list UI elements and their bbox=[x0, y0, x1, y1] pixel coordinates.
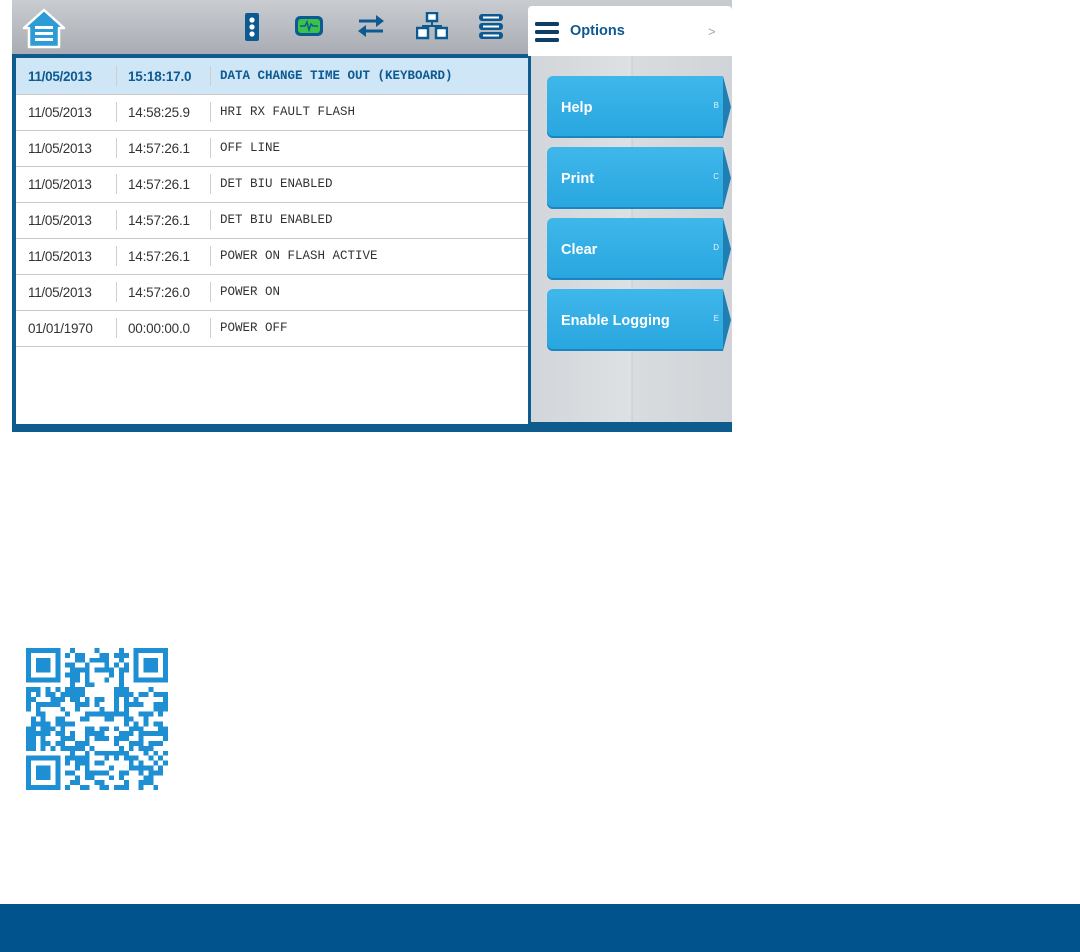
log-date: 11/05/2013 bbox=[28, 249, 92, 264]
log-row[interactable]: 11/05/2013 14:57:26.1 OFF LINE bbox=[16, 130, 528, 167]
log-row[interactable]: 11/05/2013 14:57:26.1 DET BIU ENABLED bbox=[16, 166, 528, 203]
log-time: 14:57:26.1 bbox=[128, 177, 190, 192]
log-event: DET BIU ENABLED bbox=[220, 213, 333, 227]
menu-icon bbox=[534, 21, 560, 48]
log-event: POWER OFF bbox=[220, 321, 288, 335]
log-row[interactable]: 11/05/2013 14:57:26.1 POWER ON FLASH ACTIV… bbox=[16, 238, 528, 275]
controller-screen: 11/05/2013 15:18:17.0 DATA CHANGE TIME OUT… bbox=[12, 0, 732, 432]
column-separator bbox=[116, 210, 117, 230]
column-separator bbox=[210, 246, 211, 266]
column-separator bbox=[116, 138, 117, 158]
list-icon[interactable] bbox=[478, 12, 504, 40]
log-date: 11/05/2013 bbox=[28, 213, 92, 228]
print-button[interactable]: Print C bbox=[547, 147, 731, 209]
log-event: POWER ON bbox=[220, 285, 281, 299]
log-time: 14:57:26.1 bbox=[128, 249, 190, 264]
home-icon[interactable] bbox=[20, 6, 68, 50]
clear-button[interactable]: Clear D bbox=[547, 218, 731, 280]
log-date: 11/05/2013 bbox=[28, 177, 92, 192]
column-separator bbox=[210, 138, 211, 158]
log-date: 01/01/1970 bbox=[28, 321, 93, 336]
footer-bar bbox=[0, 904, 1080, 952]
log-time: 14:57:26.1 bbox=[128, 213, 190, 228]
event-log-list: 11/05/2013 15:18:17.0 DATA CHANGE TIME OUT… bbox=[16, 58, 528, 424]
chevron-right-icon: > bbox=[708, 24, 716, 39]
column-separator bbox=[116, 66, 117, 86]
log-date: 11/05/2013 bbox=[28, 285, 92, 300]
network-icon[interactable] bbox=[416, 12, 448, 40]
column-separator bbox=[210, 318, 211, 338]
monitor-icon[interactable] bbox=[294, 12, 324, 40]
log-event: DATA CHANGE TIME OUT (KEYBOARD) bbox=[220, 69, 453, 83]
column-separator bbox=[210, 102, 211, 122]
column-separator bbox=[210, 210, 211, 230]
column-separator bbox=[116, 318, 117, 338]
log-event: POWER ON FLASH ACTIVE bbox=[220, 249, 378, 263]
option-button-label: Clear bbox=[561, 242, 598, 258]
log-row[interactable]: 11/05/2013 14:57:26.1 DET BIU ENABLED bbox=[16, 202, 528, 239]
option-key-hint: D bbox=[713, 243, 719, 252]
log-row[interactable]: 11/05/2013 15:18:17.0 DATA CHANGE TIME OUT… bbox=[16, 58, 528, 95]
option-button-label: Print bbox=[561, 171, 595, 187]
log-row[interactable]: 01/01/1970 00:00:00.0 POWER OFF bbox=[16, 310, 528, 347]
log-date: 11/05/2013 bbox=[28, 69, 92, 84]
column-separator bbox=[210, 282, 211, 302]
column-separator bbox=[116, 246, 117, 266]
option-key-hint: E bbox=[713, 314, 719, 323]
column-separator bbox=[116, 174, 117, 194]
enable-logging-button[interactable]: Enable Logging E bbox=[547, 289, 731, 351]
transfer-arrows-icon[interactable] bbox=[356, 12, 386, 40]
option-button-label: Enable Logging bbox=[561, 313, 670, 329]
help-button[interactable]: Help B bbox=[547, 76, 731, 138]
option-key-hint: B bbox=[713, 101, 719, 110]
column-separator bbox=[116, 102, 117, 122]
column-separator bbox=[210, 66, 211, 86]
column-separator bbox=[210, 174, 211, 194]
log-time: 15:18:17.0 bbox=[128, 69, 192, 84]
qr-code bbox=[26, 648, 168, 790]
log-event: HRI RX FAULT FLASH bbox=[220, 105, 356, 119]
log-time: 00:00:00.0 bbox=[128, 321, 190, 336]
log-row[interactable]: 11/05/2013 14:58:25.9 HRI RX FAULT FLASH bbox=[16, 94, 528, 131]
option-button-label: Help bbox=[561, 100, 593, 116]
options-pane: Help B Print C Clear D Enable Logging E bbox=[528, 56, 732, 422]
option-key-hint: C bbox=[713, 172, 719, 181]
log-event: OFF LINE bbox=[220, 141, 281, 155]
log-time: 14:57:26.1 bbox=[128, 141, 190, 156]
log-date: 11/05/2013 bbox=[28, 141, 92, 156]
log-time: 14:57:26.0 bbox=[128, 285, 190, 300]
log-event: DET BIU ENABLED bbox=[220, 177, 333, 191]
options-tab[interactable]: Options > bbox=[528, 6, 732, 56]
log-time: 14:58:25.9 bbox=[128, 105, 190, 120]
log-date: 11/05/2013 bbox=[28, 105, 92, 120]
options-tab-label: Options bbox=[570, 23, 625, 39]
log-row[interactable]: 11/05/2013 14:57:26.0 POWER ON bbox=[16, 274, 528, 311]
column-separator bbox=[116, 282, 117, 302]
traffic-signal-icon[interactable] bbox=[242, 12, 262, 41]
